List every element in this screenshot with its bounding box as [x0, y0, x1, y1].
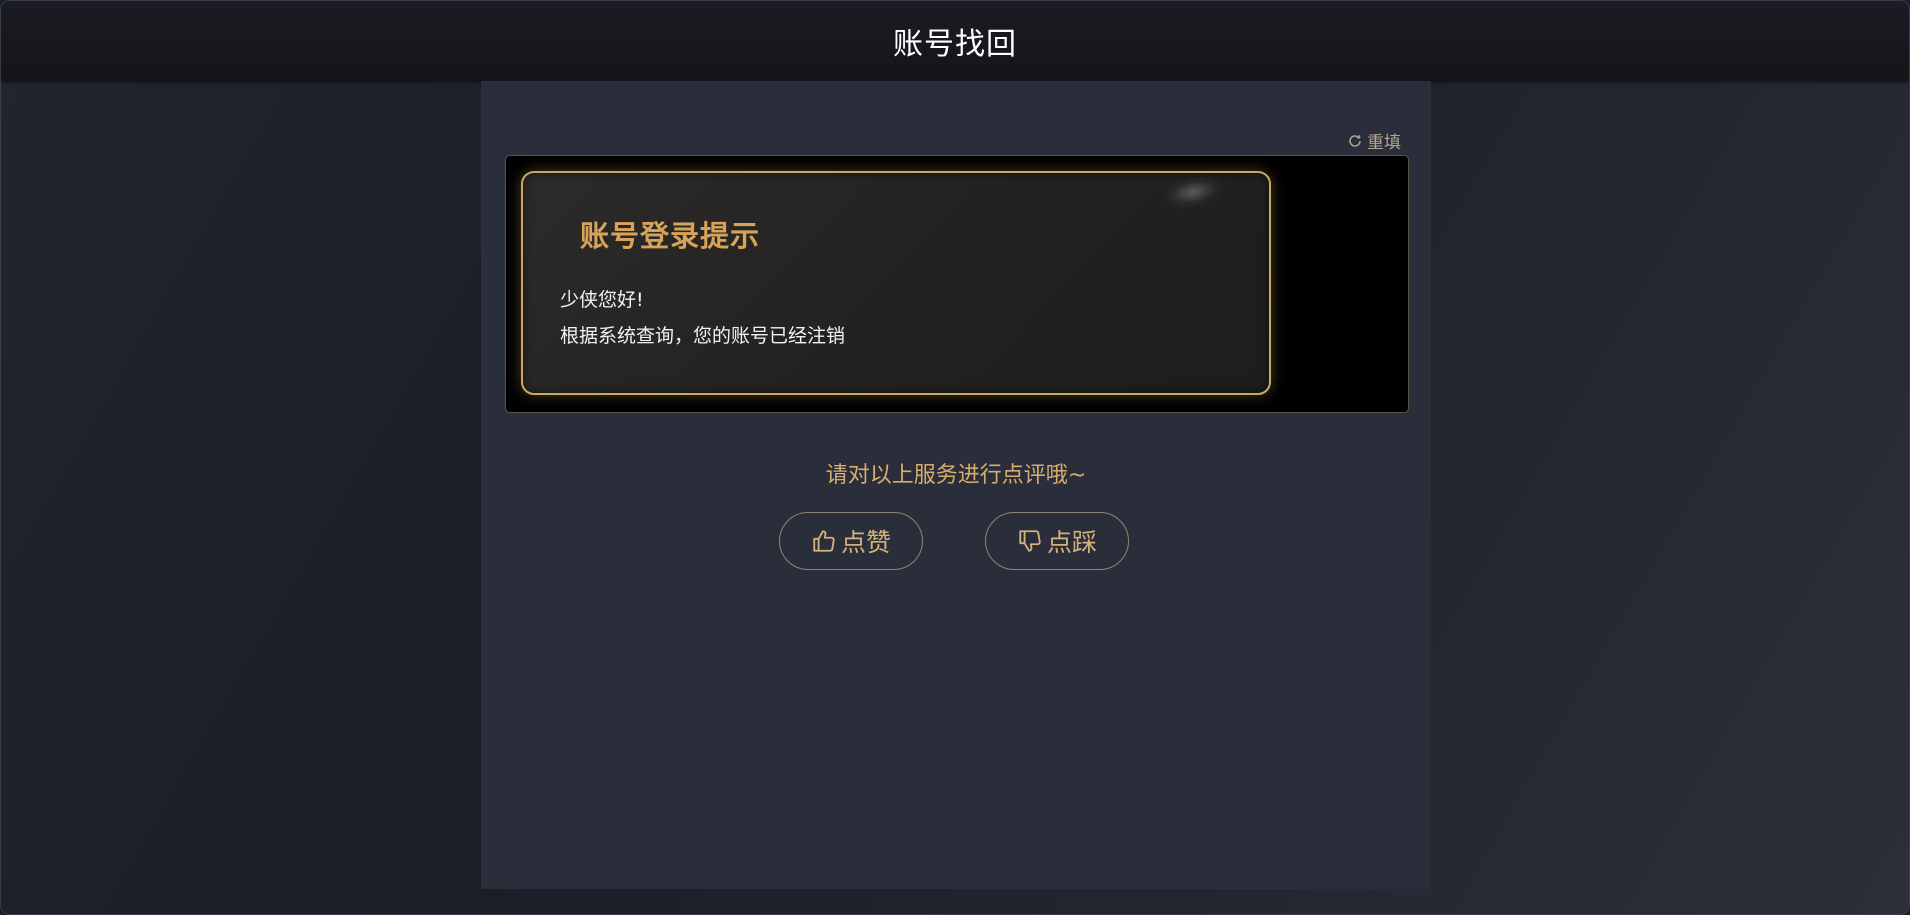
header-bar: 账号找回 [1, 1, 1909, 81]
dislike-label: 点踩 [1046, 528, 1097, 557]
decorative-smudge [1160, 171, 1226, 213]
refresh-icon [1349, 134, 1361, 147]
thumbs-up-icon [813, 530, 835, 552]
notice-card: 账号登录提示 少侠您好! 根据系统查询，您的账号已经注销 [521, 171, 1271, 395]
notice-title: 账号登录提示 [580, 219, 761, 253]
like-button[interactable]: 点赞 [779, 512, 923, 570]
page-title: 账号找回 [893, 27, 1017, 62]
app-window: 账号找回 重填 账号登录提示 少侠您好! 根据系统查询，您的账号已经注销 请对以… [0, 0, 1910, 915]
notice-container: 账号登录提示 少侠您好! 根据系统查询，您的账号已经注销 [505, 155, 1409, 413]
notice-greeting: 少侠您好! [560, 289, 644, 311]
thumbs-down-icon [1019, 530, 1041, 552]
reset-button[interactable]: 重填 [1347, 128, 1401, 153]
notice-message: 根据系统查询，您的账号已经注销 [560, 325, 846, 347]
like-label: 点赞 [840, 528, 891, 557]
dislike-button[interactable]: 点踩 [985, 512, 1129, 570]
reset-label: 重填 [1367, 133, 1401, 153]
rating-prompt: 请对以上服务进行点评哦~ [825, 463, 1087, 488]
main-panel: 重填 账号登录提示 少侠您好! 根据系统查询，您的账号已经注销 请对以上服务进行… [481, 81, 1431, 889]
